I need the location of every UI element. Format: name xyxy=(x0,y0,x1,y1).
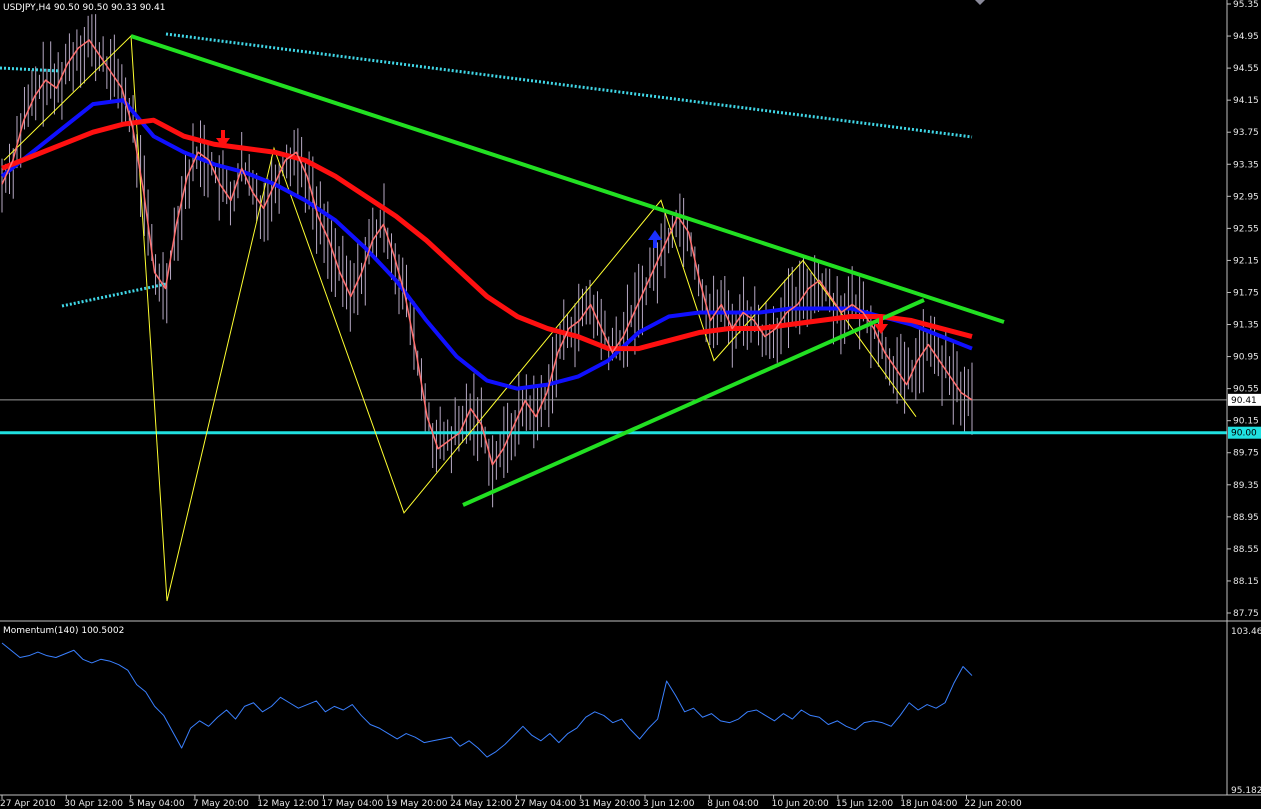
price-tick-label: 92.95 xyxy=(1233,192,1259,202)
momentum-pane xyxy=(1,642,973,758)
price-tick-label: 94.55 xyxy=(1233,64,1259,74)
price-tick-label: 92.55 xyxy=(1233,224,1259,234)
time-tick-label: 31 May 20:00 xyxy=(579,799,641,809)
price-tick-label: 88.15 xyxy=(1233,577,1259,587)
price-tick-label: 90.95 xyxy=(1233,353,1259,363)
price-tick-label: 90.15 xyxy=(1233,417,1259,427)
time-tick-label: 8 Jun 04:00 xyxy=(707,799,759,809)
price-tick-label: 94.15 xyxy=(1233,96,1259,106)
price-tick-label: 95.35 xyxy=(1233,0,1259,10)
price-tick-label: 91.75 xyxy=(1233,288,1259,298)
price-tick-label: 88.55 xyxy=(1233,545,1259,555)
time-tick-label: 27 May 04:00 xyxy=(514,799,576,809)
time-tick-label: 15 Jun 12:00 xyxy=(836,799,893,809)
price-tick-label: 93.35 xyxy=(1233,160,1259,170)
momentum-line xyxy=(1,642,973,758)
price-tick-label: 93.75 xyxy=(1233,128,1259,138)
time-tick-label: 3 Jun 12:00 xyxy=(643,799,695,809)
time-tick-label: 5 May 04:00 xyxy=(129,799,185,809)
price-tick-label: 88.95 xyxy=(1233,513,1259,523)
momentum-tick-top: 103.465 xyxy=(1231,627,1261,637)
arrow-head xyxy=(648,230,662,240)
close-line xyxy=(1,39,973,466)
time-tick-label: 7 May 20:00 xyxy=(193,799,249,809)
price-tick-label: 92.15 xyxy=(1233,256,1259,266)
time-tick-label: 18 Jun 04:00 xyxy=(900,799,957,809)
chart: 90.00 90.41 USDJPY,H4 90.50 90.50 90.33 9… xyxy=(0,0,1261,809)
level-label: 90.00 xyxy=(1231,429,1257,439)
time-tick-label: 24 May 12:00 xyxy=(450,799,512,809)
momentum-header: Momentum(140) 100.5002 xyxy=(3,626,124,636)
main-price-pane: 90.00 90.41 xyxy=(0,0,1261,602)
time-tick-label: 19 May 20:00 xyxy=(386,799,448,809)
current-price-label: 90.41 xyxy=(1231,396,1257,406)
time-tick-label: 30 Apr 12:00 xyxy=(64,799,123,809)
time-tick-label: 27 Apr 2010 xyxy=(0,799,56,809)
time-tick-label: 22 Jun 20:00 xyxy=(965,799,1022,809)
time-tick-label: 12 May 12:00 xyxy=(257,799,319,809)
shift-marker-icon xyxy=(975,0,985,5)
price-tick-label: 87.75 xyxy=(1233,609,1259,619)
price-tick-label: 94.95 xyxy=(1233,32,1259,42)
trend-line-lower xyxy=(462,298,925,507)
price-tick-label: 89.35 xyxy=(1233,481,1259,491)
dotted-band-bottom xyxy=(61,282,167,308)
time-tick-label: 17 May 04:00 xyxy=(322,799,384,809)
axes xyxy=(0,0,1261,796)
buy-arrow xyxy=(648,230,662,248)
momentum-tick-bottom: 95.182 xyxy=(1231,786,1261,796)
price-tick-label: 89.75 xyxy=(1233,449,1259,459)
price-tick-label: 91.35 xyxy=(1233,321,1259,331)
chart-header: USDJPY,H4 90.50 90.50 90.33 90.41 xyxy=(3,3,165,13)
time-tick-label: 10 Jun 20:00 xyxy=(772,799,829,809)
price-tick-label: 90.55 xyxy=(1233,385,1259,395)
